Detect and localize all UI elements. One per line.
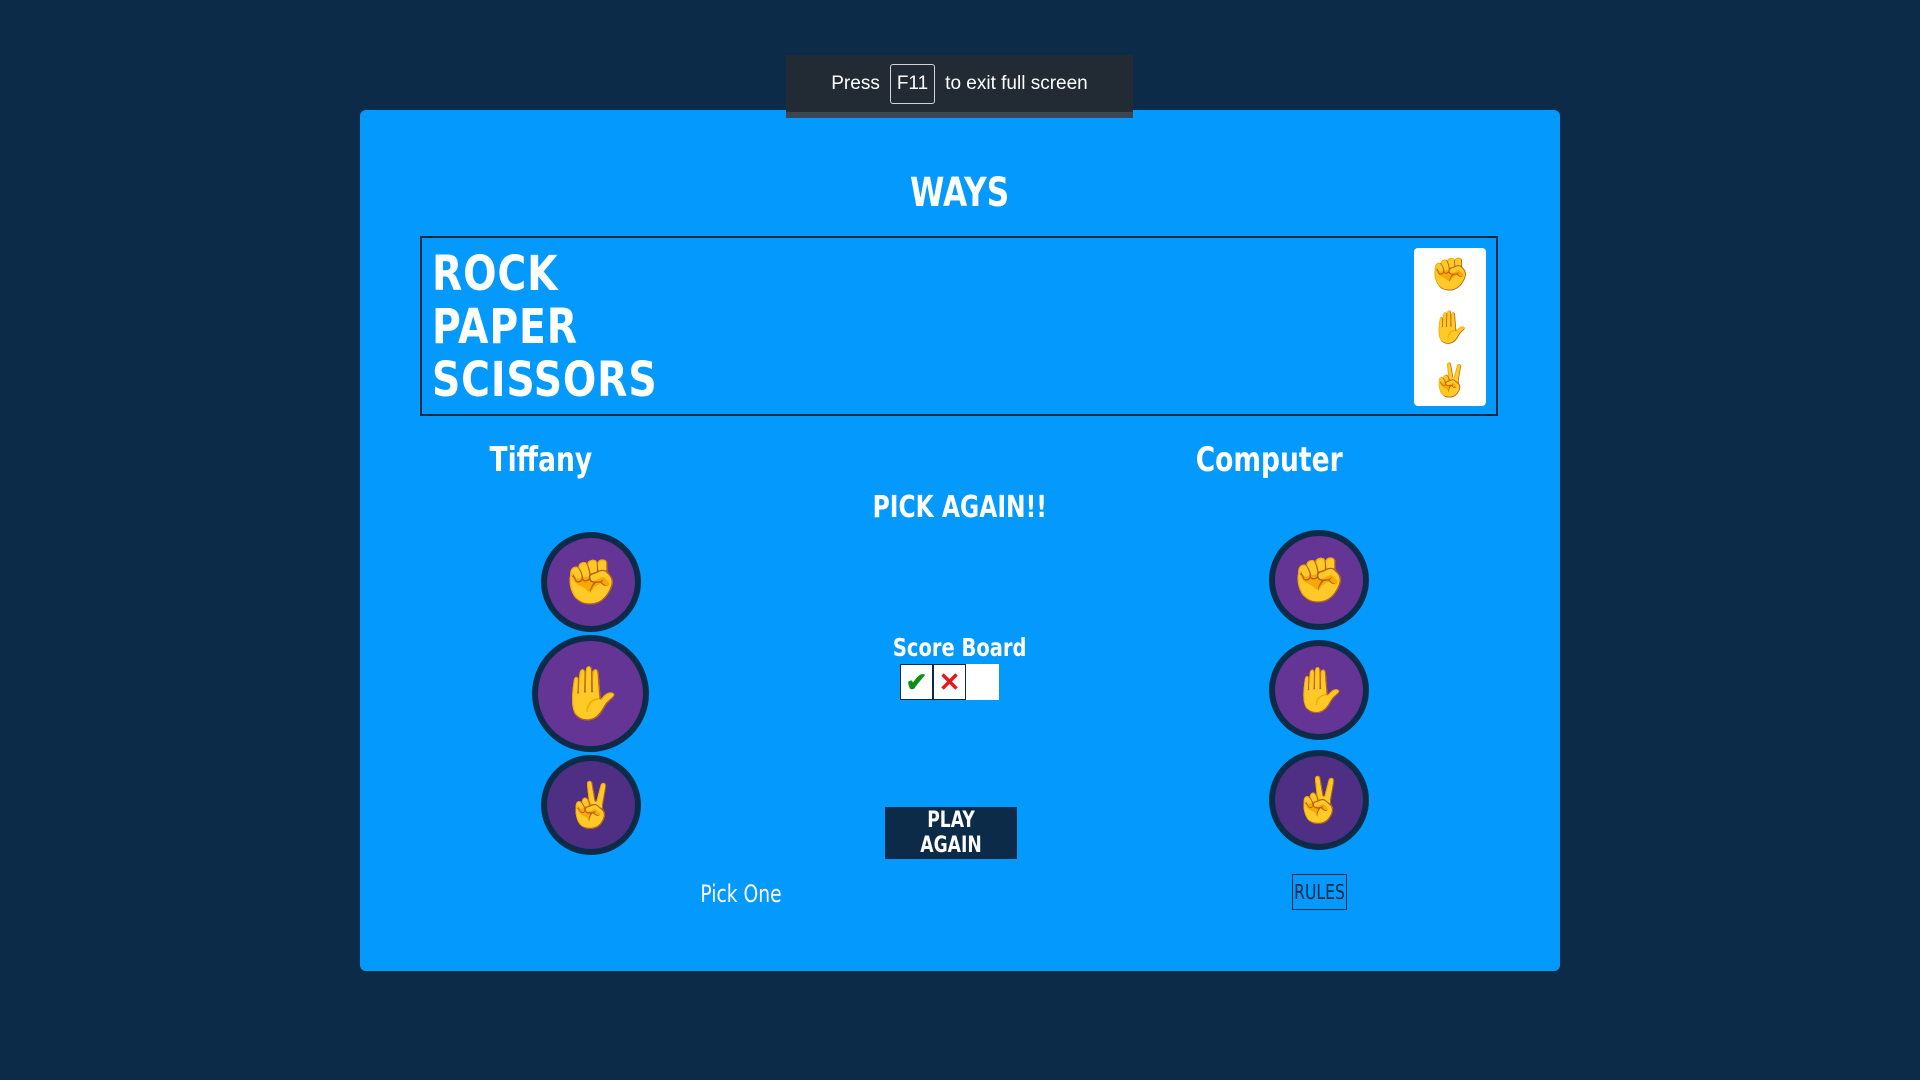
rock-icon: ✊ [1291,556,1347,605]
rock-icon: ✊ [563,558,619,607]
score-empty-cell [966,664,999,700]
computer-name: Computer [1195,440,1343,480]
player-name: Tiffany [489,440,593,480]
toast-press-text: Press [831,72,880,94]
paper-icon: ✋ [1291,666,1347,715]
cross-icon: ✕ [938,666,961,697]
game-panel: WAYS ROCK PAPER SCISSORS ✊ ✋ ✌ Tiffany C… [360,110,1560,971]
ways-box: ROCK PAPER SCISSORS ✊ ✋ ✌ [420,236,1498,416]
scoreboard-title: Score Board [893,633,1027,662]
ways-item-rock: ROCK [432,246,559,302]
score-lose-cell: ✕ [933,664,966,700]
rules-button[interactable]: RULES [1292,874,1347,910]
player-rock-button[interactable]: ✊ [541,532,641,632]
scoreboard: ✔ ✕ [900,664,999,700]
ways-item-scissors: SCISSORS [432,352,658,408]
ways-icons-card: ✊ ✋ ✌ [1414,248,1486,406]
paper-icon: ✋ [558,665,623,723]
scissors-icon: ✌ [1291,776,1347,825]
paper-icon: ✋ [1430,308,1470,345]
ways-item-paper: PAPER [432,299,578,355]
player-scissors-button[interactable]: ✌ [541,755,641,855]
computer-rock-button: ✊ [1269,530,1369,630]
play-again-button[interactable]: PLAY AGAIN [885,807,1017,859]
computer-scissors-button: ✌ [1269,750,1369,850]
computer-paper-button: ✋ [1269,640,1369,740]
rock-icon: ✊ [1430,256,1470,293]
toast-rest-text: to exit full screen [945,72,1088,94]
fullscreen-toast: Press F11 to exit full screen [786,55,1133,118]
check-icon: ✔ [905,666,928,697]
scissors-icon: ✌ [1430,361,1470,398]
f11-key-badge: F11 [889,63,936,104]
scissors-icon: ✌ [563,781,619,830]
ways-list: ROCK PAPER SCISSORS [432,248,707,407]
status-message: PICK AGAIN!! [872,490,1048,525]
ways-title: WAYS [910,170,1010,216]
score-win-cell: ✔ [900,664,933,700]
